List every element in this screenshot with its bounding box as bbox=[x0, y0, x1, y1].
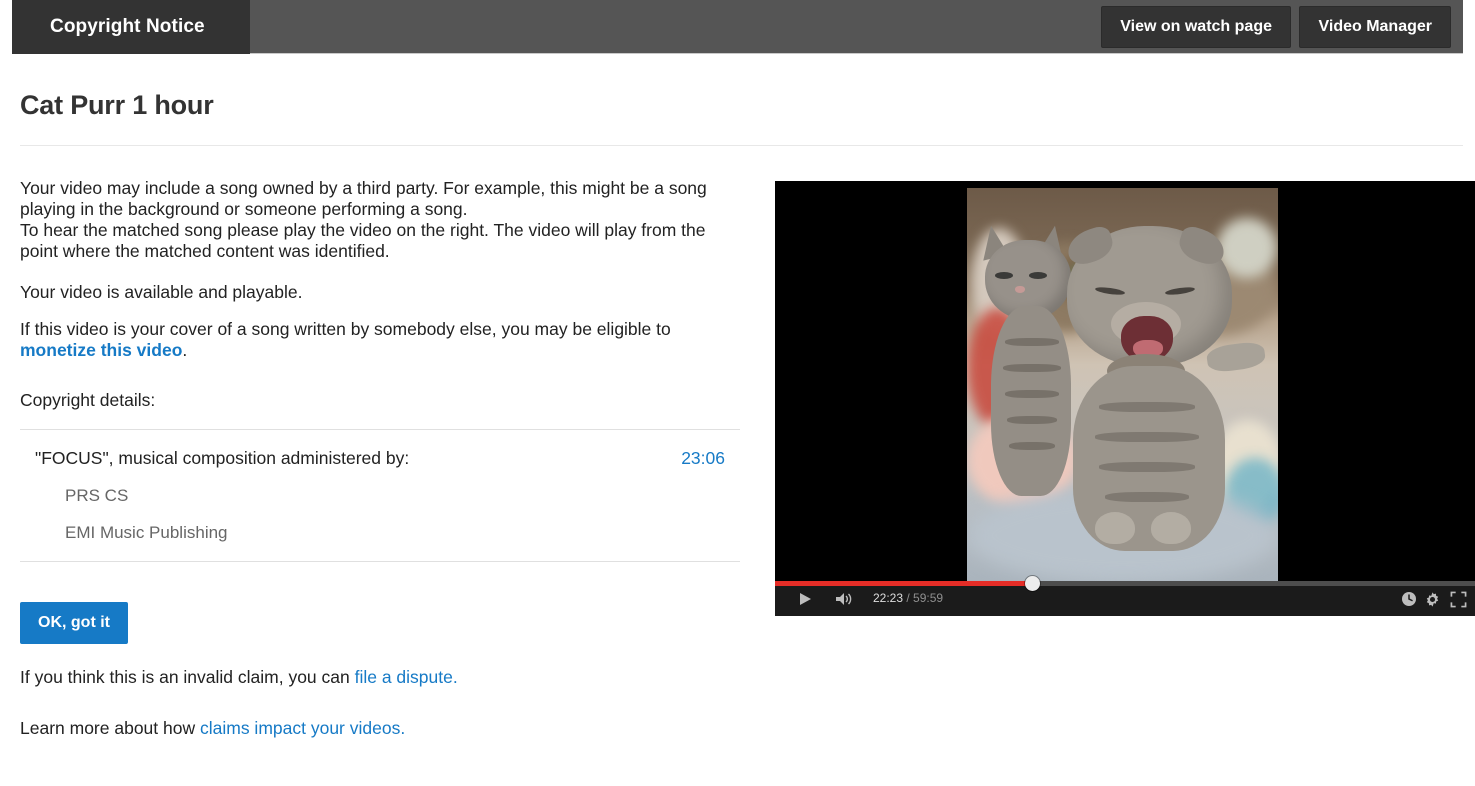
copyright-details-label: Copyright details: bbox=[20, 390, 156, 410]
claim-administrator: PRS CS bbox=[65, 486, 129, 505]
kitten-stripe bbox=[1003, 364, 1061, 372]
settings-gear-icon[interactable] bbox=[1424, 590, 1441, 608]
details-claim-row: "FOCUS", musical composition administere… bbox=[35, 448, 725, 469]
progress-bar-track[interactable] bbox=[775, 576, 1475, 591]
kitten-stripe bbox=[1005, 338, 1059, 346]
claim-title: "FOCUS", musical composition administere… bbox=[35, 448, 410, 468]
details-content: "FOCUS", musical composition administere… bbox=[20, 430, 740, 561]
progress-bar-played bbox=[775, 581, 1034, 586]
intro-paragraph: Your video may include a song owned by a… bbox=[20, 178, 732, 262]
fullscreen-icon[interactable] bbox=[1450, 590, 1467, 608]
dispute-prefix: If you think this is an invalid claim, y… bbox=[20, 667, 355, 687]
kitten-stripe bbox=[1099, 402, 1195, 412]
kitten-stripe bbox=[1007, 416, 1057, 424]
intro-line-1: Your video may include a song owned by a… bbox=[20, 178, 707, 219]
kitten-paw bbox=[1095, 512, 1135, 544]
kitten-stripe bbox=[1095, 432, 1199, 442]
details-bottom-divider bbox=[20, 561, 740, 562]
total-time: / 59:59 bbox=[903, 591, 944, 605]
kitten-stripe bbox=[1099, 462, 1195, 472]
player-controls[interactable]: 22:23 / 59:59 bbox=[775, 576, 1475, 616]
kitten-eye bbox=[995, 272, 1013, 279]
page-title: Cat Purr 1 hour bbox=[20, 90, 214, 120]
header-tab-label: Copyright Notice bbox=[50, 16, 205, 37]
learn-more-prefix: Learn more about how bbox=[20, 718, 200, 738]
copyright-details-block: "FOCUS", musical composition administere… bbox=[20, 429, 740, 562]
app-header: Copyright Notice View on watch page Vide… bbox=[12, 0, 1463, 54]
claim-timestamp-link[interactable]: 23:06 bbox=[681, 448, 725, 469]
kitten-right-laughing bbox=[1059, 216, 1267, 556]
progress-scrubber-handle[interactable] bbox=[1025, 576, 1040, 591]
video-player[interactable]: 22:23 / 59:59 bbox=[775, 181, 1475, 616]
kitten-eye bbox=[1029, 272, 1047, 279]
copyright-notice-body: Your video may include a song owned by a… bbox=[20, 178, 740, 411]
video-stage[interactable] bbox=[775, 181, 1475, 581]
volume-button[interactable] bbox=[835, 590, 855, 608]
monetize-prefix: If this video is your cover of a song wr… bbox=[20, 319, 671, 339]
file-a-dispute-link[interactable]: file a dispute. bbox=[355, 667, 458, 687]
monetize-paragraph: If this video is your cover of a song wr… bbox=[20, 319, 732, 361]
video-status-paragraph: Your video is available and playable. bbox=[20, 282, 303, 302]
dispute-paragraph: If you think this is an invalid claim, y… bbox=[20, 667, 458, 688]
kitten-paw bbox=[1151, 512, 1191, 544]
learn-more-paragraph: Learn more about how claims impact your … bbox=[20, 718, 405, 739]
kitten-stripe bbox=[1105, 492, 1189, 502]
play-button[interactable] bbox=[797, 590, 813, 608]
intro-line-2: To hear the matched song please play the… bbox=[20, 220, 706, 261]
video-thumbnail-kittens bbox=[967, 188, 1278, 581]
watch-later-icon[interactable] bbox=[1401, 590, 1417, 608]
header-tab-copyright-notice: Copyright Notice bbox=[12, 0, 250, 54]
claims-impact-your-videos-link[interactable]: claims impact your videos. bbox=[200, 718, 405, 738]
time-display: 22:23 / 59:59 bbox=[873, 591, 943, 605]
claim-administrator: EMI Music Publishing bbox=[65, 523, 228, 542]
monetize-this-video-link[interactable]: monetize this video bbox=[20, 340, 182, 360]
kitten-stripe bbox=[1009, 442, 1055, 450]
kitten-stripe bbox=[1005, 390, 1059, 398]
title-divider bbox=[20, 145, 1463, 146]
view-on-watch-page-button[interactable]: View on watch page bbox=[1101, 6, 1291, 48]
kitten-nose bbox=[1015, 286, 1025, 293]
video-manager-button[interactable]: Video Manager bbox=[1299, 6, 1451, 48]
current-time: 22:23 bbox=[873, 591, 904, 605]
monetize-suffix: . bbox=[182, 340, 188, 360]
ok-got-it-button[interactable]: OK, got it bbox=[20, 602, 128, 644]
